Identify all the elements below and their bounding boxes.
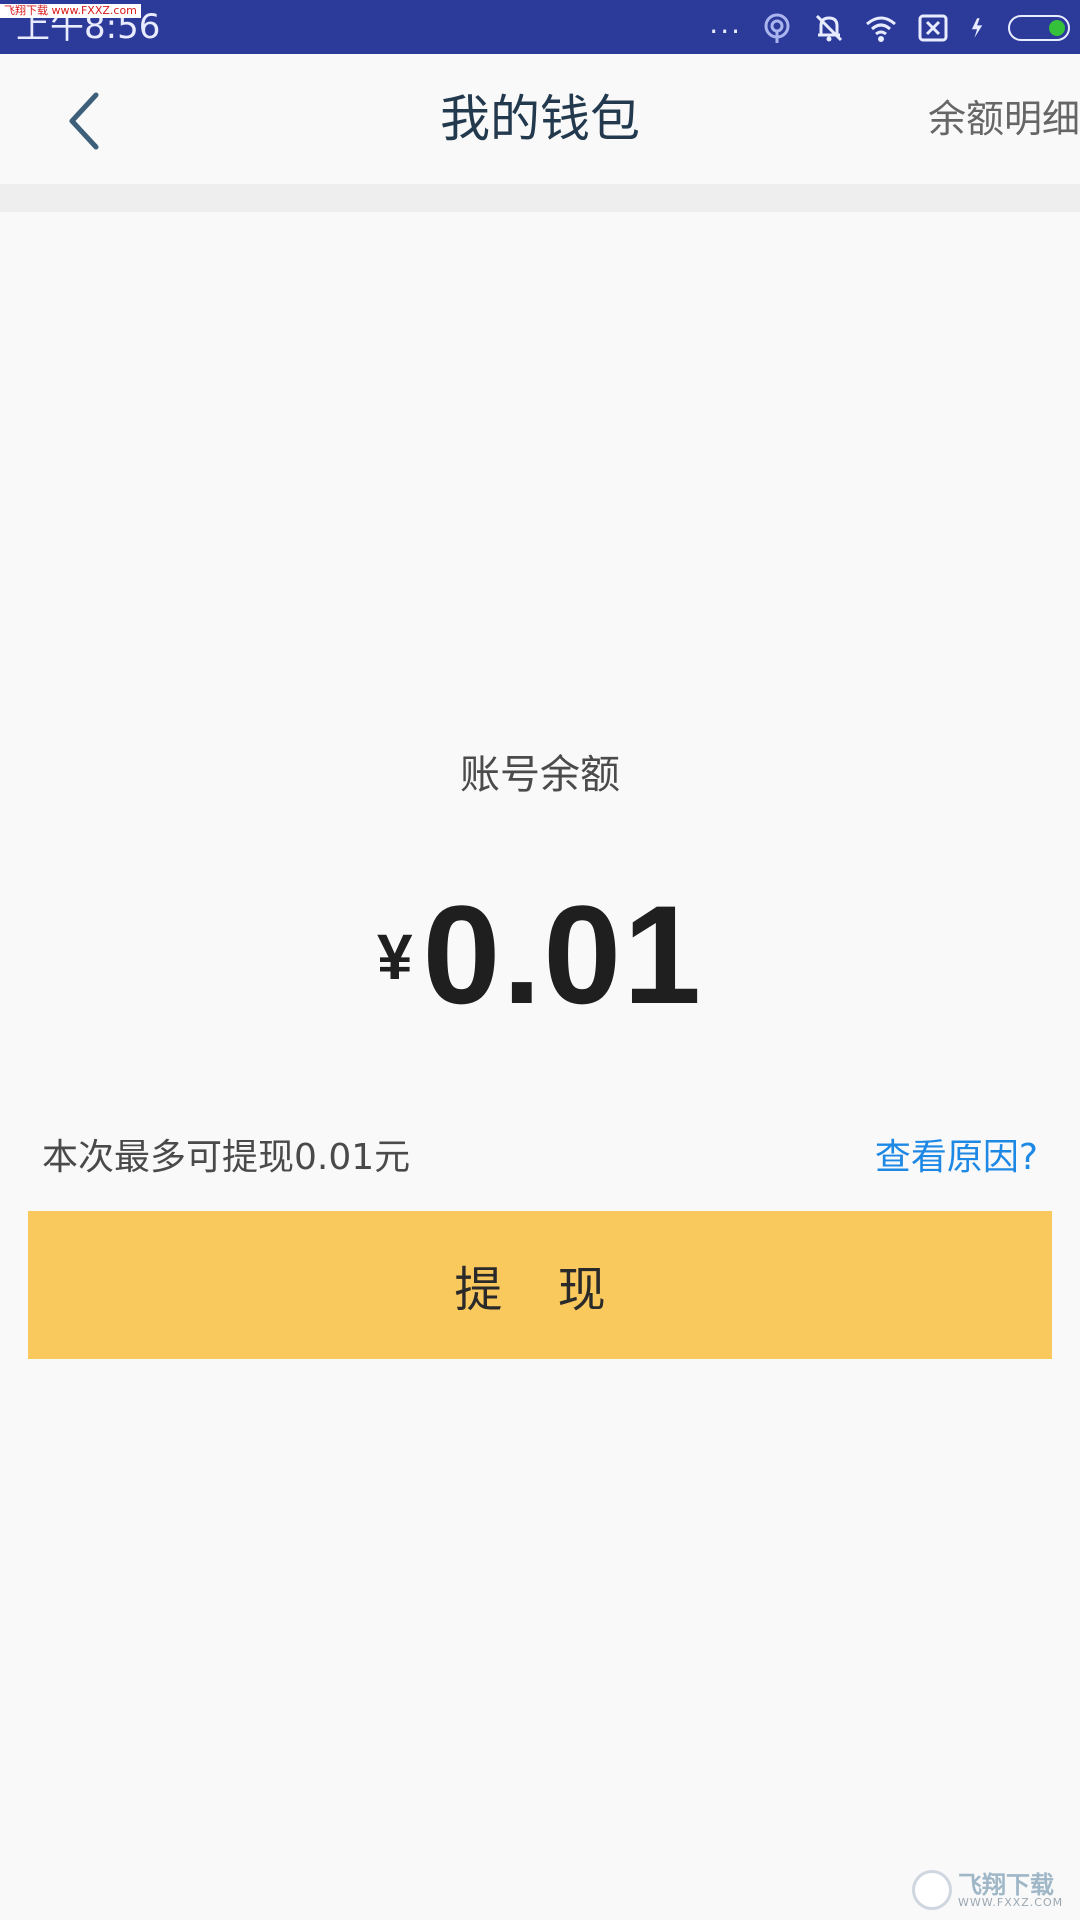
back-button[interactable] [56, 86, 112, 156]
status-bar: 上午8:56 飞翔下载 www.FXXZ.com ... [0, 0, 1080, 54]
wallet-page: 上午8:56 飞翔下载 www.FXXZ.com ... 我的钱包 余额明细 账… [0, 0, 1080, 1920]
battery-icon [1008, 15, 1070, 41]
currency-symbol: ¥ [376, 921, 413, 993]
status-icons: ... [709, 8, 1070, 48]
balance-amount: ¥0.01 [0, 880, 1080, 1030]
watermark-logo: 飞翔下载 WWW.FXXZ.COM [912, 1868, 1072, 1912]
view-reason-link[interactable]: 查看原因? [875, 1130, 1038, 1186]
withdraw-limit-note: 本次最多可提现0.01元 [42, 1137, 411, 1178]
watermark-url: WWW.FXXZ.COM [958, 1895, 1064, 1909]
watermark-top: 飞翔下载 www.FXXZ.com [0, 4, 141, 18]
more-dots-icon: ... [709, 7, 742, 40]
no-sim-icon [918, 14, 948, 42]
watermark-brand: 飞翔下载 [958, 1870, 1054, 1899]
charging-icon [971, 18, 983, 38]
watermark-circle-icon [912, 1870, 952, 1910]
balance-value: 0.01 [422, 876, 704, 1033]
page-title: 我的钱包 [440, 90, 640, 148]
hotspot-icon [764, 13, 790, 43]
header-divider [0, 184, 1080, 212]
app-header: 我的钱包 余额明细 [0, 54, 1080, 184]
balance-detail-link[interactable]: 余额明细 [928, 54, 1080, 184]
wifi-icon [866, 16, 896, 42]
mute-bell-icon [815, 14, 843, 42]
withdraw-button[interactable]: 提 现 [28, 1211, 1052, 1359]
balance-label: 账号余额 [460, 752, 620, 798]
chevron-left-icon [69, 92, 99, 150]
